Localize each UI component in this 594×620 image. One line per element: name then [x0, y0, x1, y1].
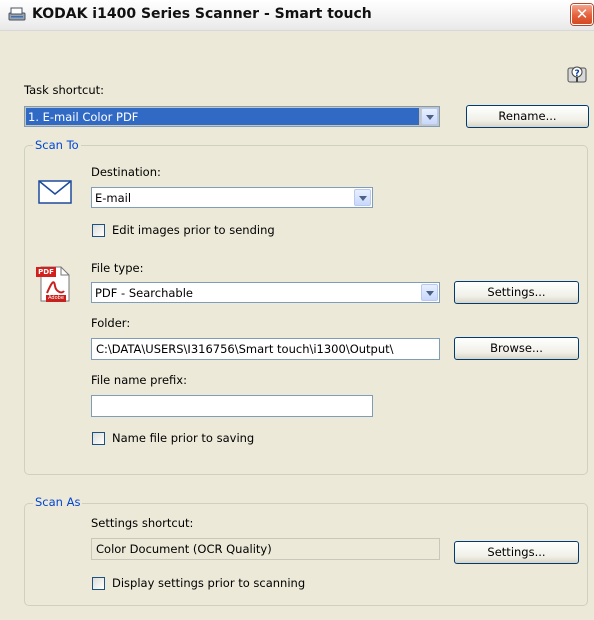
settings-shortcut-field: Color Document (OCR Quality): [91, 538, 440, 560]
display-settings-label: Display settings prior to scanning: [112, 576, 306, 590]
settings-shortcut-value: Color Document (OCR Quality): [96, 542, 272, 556]
file-type-settings-button[interactable]: Settings...: [454, 281, 579, 304]
file-name-prefix-label: File name prefix:: [91, 373, 187, 387]
folder-label: Folder:: [91, 316, 131, 330]
display-settings-checkbox[interactable]: [92, 577, 105, 590]
scanner-icon: [8, 7, 26, 21]
folder-field[interactable]: C:\DATA\USERS\I316756\Smart touch\i1300\…: [91, 338, 440, 360]
scan-to-title: Scan To: [33, 138, 81, 152]
envelope-icon: [38, 180, 72, 204]
edit-images-label: Edit images prior to sending: [112, 223, 275, 237]
settings-shortcut-label: Settings shortcut:: [91, 516, 194, 530]
edit-images-checkbox[interactable]: [92, 224, 105, 237]
name-file-label: Name file prior to saving: [112, 431, 255, 445]
file-type-value: PDF - Searchable: [95, 286, 193, 300]
title-bar: KODAK i1400 Series Scanner - Smart touch…: [0, 0, 594, 31]
task-shortcut-value: 1. E-mail Color PDF: [26, 108, 419, 125]
file-name-prefix-field[interactable]: [91, 395, 373, 417]
task-shortcut-label: Task shortcut:: [24, 83, 105, 97]
destination-label: Destination:: [91, 165, 161, 179]
scan-as-settings-button[interactable]: Settings...: [454, 541, 579, 564]
close-button[interactable]: ✕: [571, 4, 593, 25]
pdf-file-icon: PDF Adobe: [36, 266, 72, 302]
scan-as-title: Scan As: [33, 495, 83, 509]
chevron-down-icon[interactable]: [354, 189, 371, 206]
pdf-icon-brand: Adobe: [46, 295, 66, 302]
destination-value: E-mail: [95, 191, 132, 205]
folder-value: C:\DATA\USERS\I316756\Smart touch\i1300\…: [96, 342, 394, 356]
chevron-down-icon[interactable]: [421, 108, 438, 125]
chevron-down-icon[interactable]: [421, 284, 438, 301]
task-shortcut-select[interactable]: 1. E-mail Color PDF: [24, 106, 440, 127]
close-icon: ✕: [575, 5, 589, 23]
window-title: KODAK i1400 Series Scanner - Smart touch: [32, 6, 372, 22]
file-type-label: File type:: [91, 261, 144, 275]
file-type-select[interactable]: PDF - Searchable: [91, 282, 440, 303]
rename-button[interactable]: Rename...: [466, 105, 589, 128]
help-icon[interactable]: ?: [565, 62, 589, 86]
browse-button[interactable]: Browse...: [454, 337, 579, 360]
destination-select[interactable]: E-mail: [91, 187, 373, 208]
name-file-checkbox[interactable]: [92, 432, 105, 445]
pdf-icon-text: PDF: [36, 267, 56, 277]
